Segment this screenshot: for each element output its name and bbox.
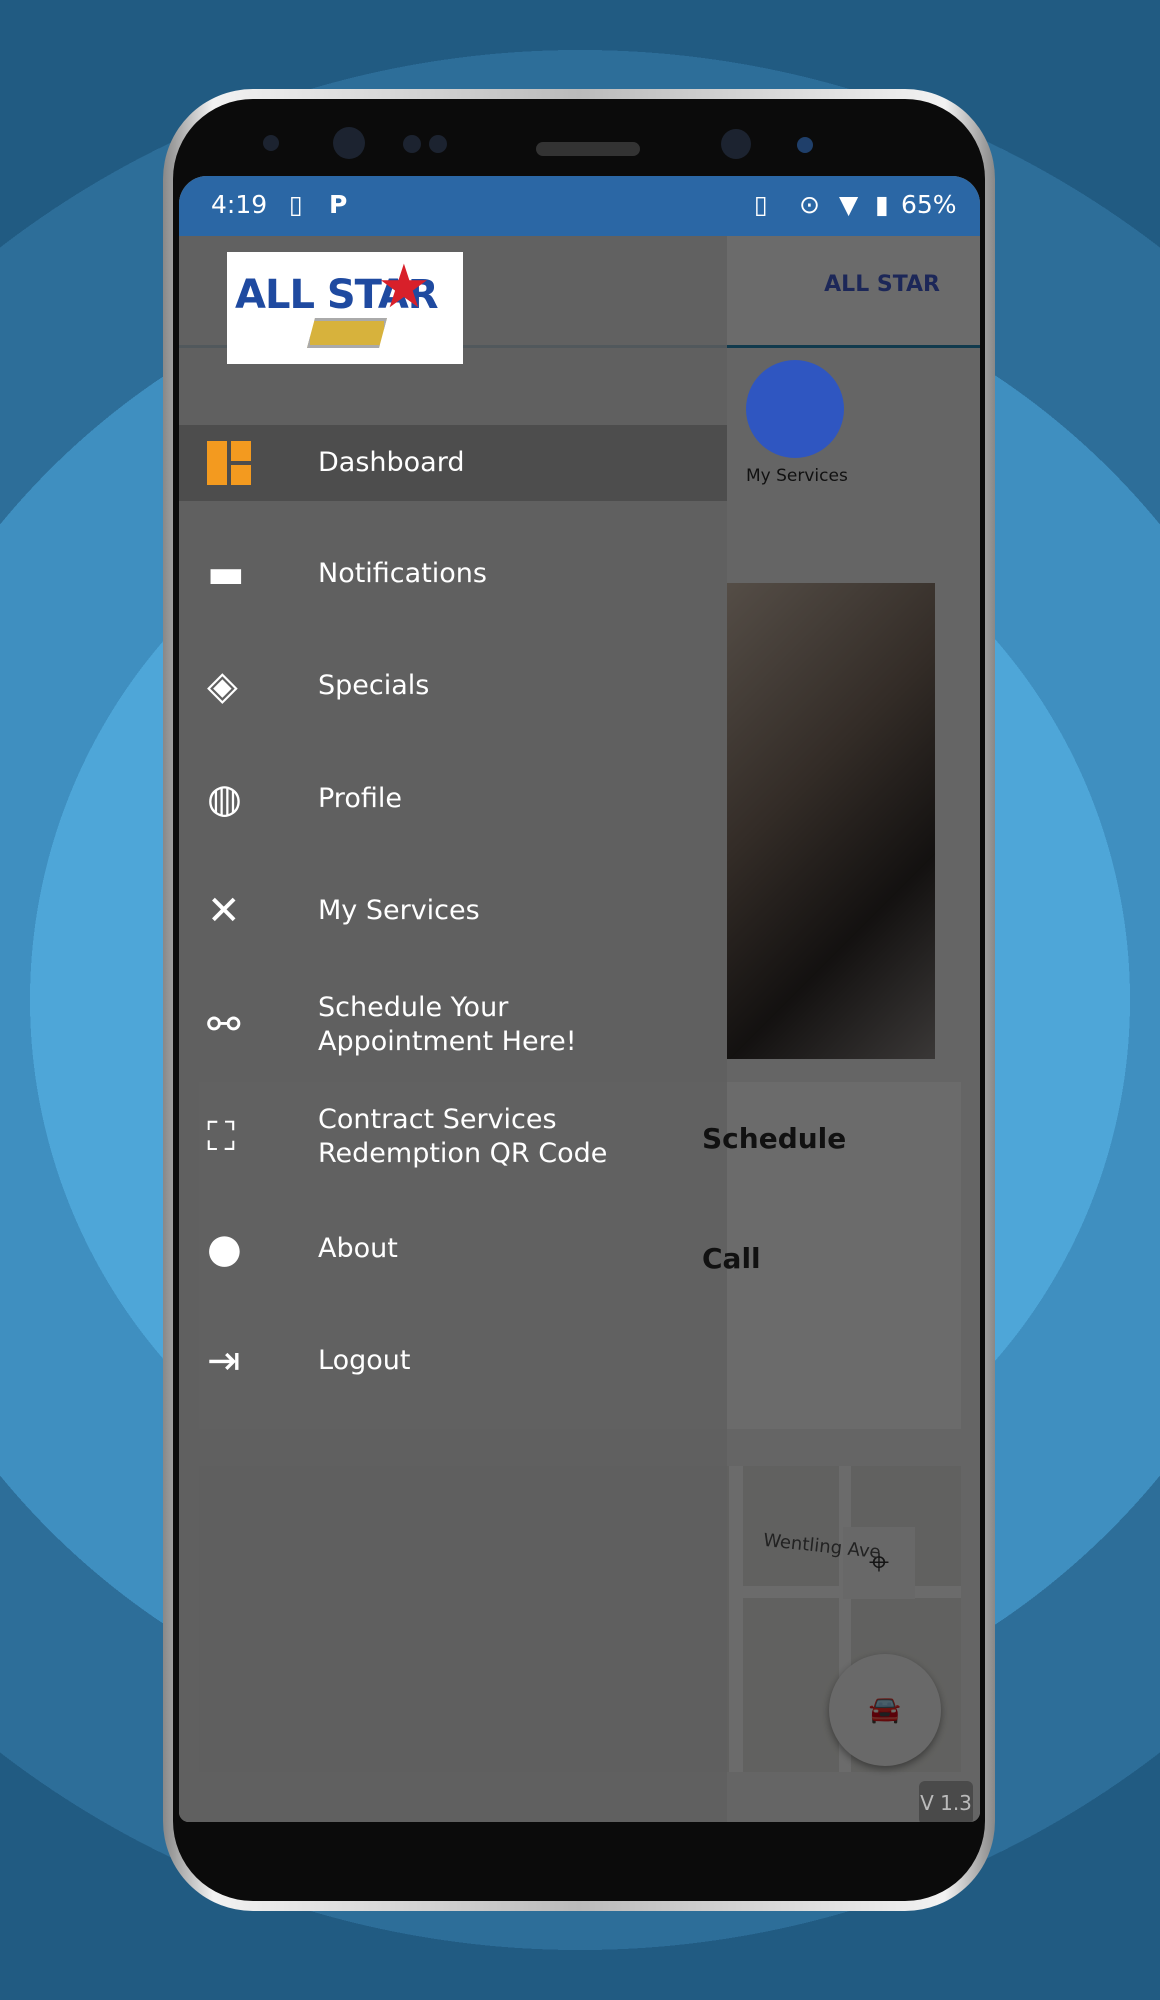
sensor: [403, 135, 421, 153]
drawer-item-dashboard[interactable]: Dashboard: [179, 425, 727, 501]
screen: 4:19 ▯ P ▯ ⊙ ▼ ▮ 65% ALL STAR My Service…: [179, 176, 980, 1822]
battery-level: 65%: [901, 190, 957, 219]
camera: [721, 129, 751, 159]
wifi-icon: ▼: [839, 190, 859, 219]
drawer-item-label: Specials: [318, 670, 430, 701]
drawer-item-logout[interactable]: ⇥ Logout: [179, 1305, 727, 1417]
schedule-button[interactable]: Schedule: [702, 1122, 846, 1155]
location-icon: ⊙: [799, 190, 820, 219]
qr-scan-icon: ⛶: [207, 1114, 235, 1160]
tools-icon: ✕: [207, 888, 241, 934]
status-bar: 4:19 ▯ P ▯ ⊙ ▼ ▮ 65%: [179, 176, 980, 236]
drawer-item-notifications[interactable]: ▬ Notifications: [179, 518, 727, 630]
helmet-icon: ◍: [207, 776, 242, 822]
drawer-item-label: My Services: [318, 895, 480, 926]
drawer-item-specials[interactable]: ◈ Specials: [179, 630, 727, 742]
lightbulb-icon: ●: [207, 1226, 242, 1272]
sensor: [429, 135, 447, 153]
sensor: [263, 135, 279, 151]
drawer-item-schedule[interactable]: ⚯ Schedule Your Appointment Here!: [179, 969, 727, 1081]
drawer-item-label: Profile: [318, 783, 402, 814]
vibrate-icon: ▯: [754, 190, 768, 219]
drawer-item-label: Notifications: [318, 558, 487, 589]
dashboard-grid-icon: [179, 441, 318, 485]
header-logo: ALL STAR: [824, 272, 940, 297]
parking-icon: P: [329, 190, 348, 219]
version-badge: V 1.3: [919, 1781, 973, 1822]
logout-icon: ⇥: [207, 1338, 241, 1384]
drawer-item-qr-code[interactable]: ⛶ Contract Services Redemption QR Code: [179, 1081, 727, 1193]
sensor: [797, 137, 813, 153]
drawer-item-profile[interactable]: ◍ Profile: [179, 743, 727, 855]
dealer-logo: ALL STAR ★: [227, 252, 463, 364]
phone-sync-icon: ▯: [289, 190, 303, 219]
drawer-item-label: Contract Services Redemption QR Code: [318, 1104, 608, 1169]
battery-charging-icon: ▮: [875, 190, 889, 219]
drawer-item-my-services[interactable]: ✕ My Services: [179, 855, 727, 967]
camera: [333, 127, 365, 159]
drawer-item-label: Dashboard: [318, 447, 465, 478]
bowtie-emblem: [307, 318, 387, 348]
call-button[interactable]: Call: [702, 1242, 761, 1275]
navigation-drawer: ALL STAR ★ Dashboard ▬ Notifications ◈ S…: [179, 236, 727, 1822]
my-services-tab-icon[interactable]: [746, 360, 844, 458]
drawer-item-label: Logout: [318, 1345, 411, 1376]
drawer-item-label: Schedule Your Appointment Here!: [318, 992, 577, 1057]
tab-my-services[interactable]: My Services: [746, 466, 848, 486]
star-icon: ★: [377, 252, 431, 322]
chat-bubble-icon: ▬: [207, 551, 245, 597]
link-icon: ⚯: [207, 1002, 241, 1048]
drawer-item-label: About: [318, 1233, 398, 1264]
drawer-item-about[interactable]: ● About: [179, 1193, 727, 1305]
price-tag-icon: ◈: [207, 663, 238, 709]
clock: 4:19: [211, 190, 268, 219]
speaker: [536, 142, 640, 156]
